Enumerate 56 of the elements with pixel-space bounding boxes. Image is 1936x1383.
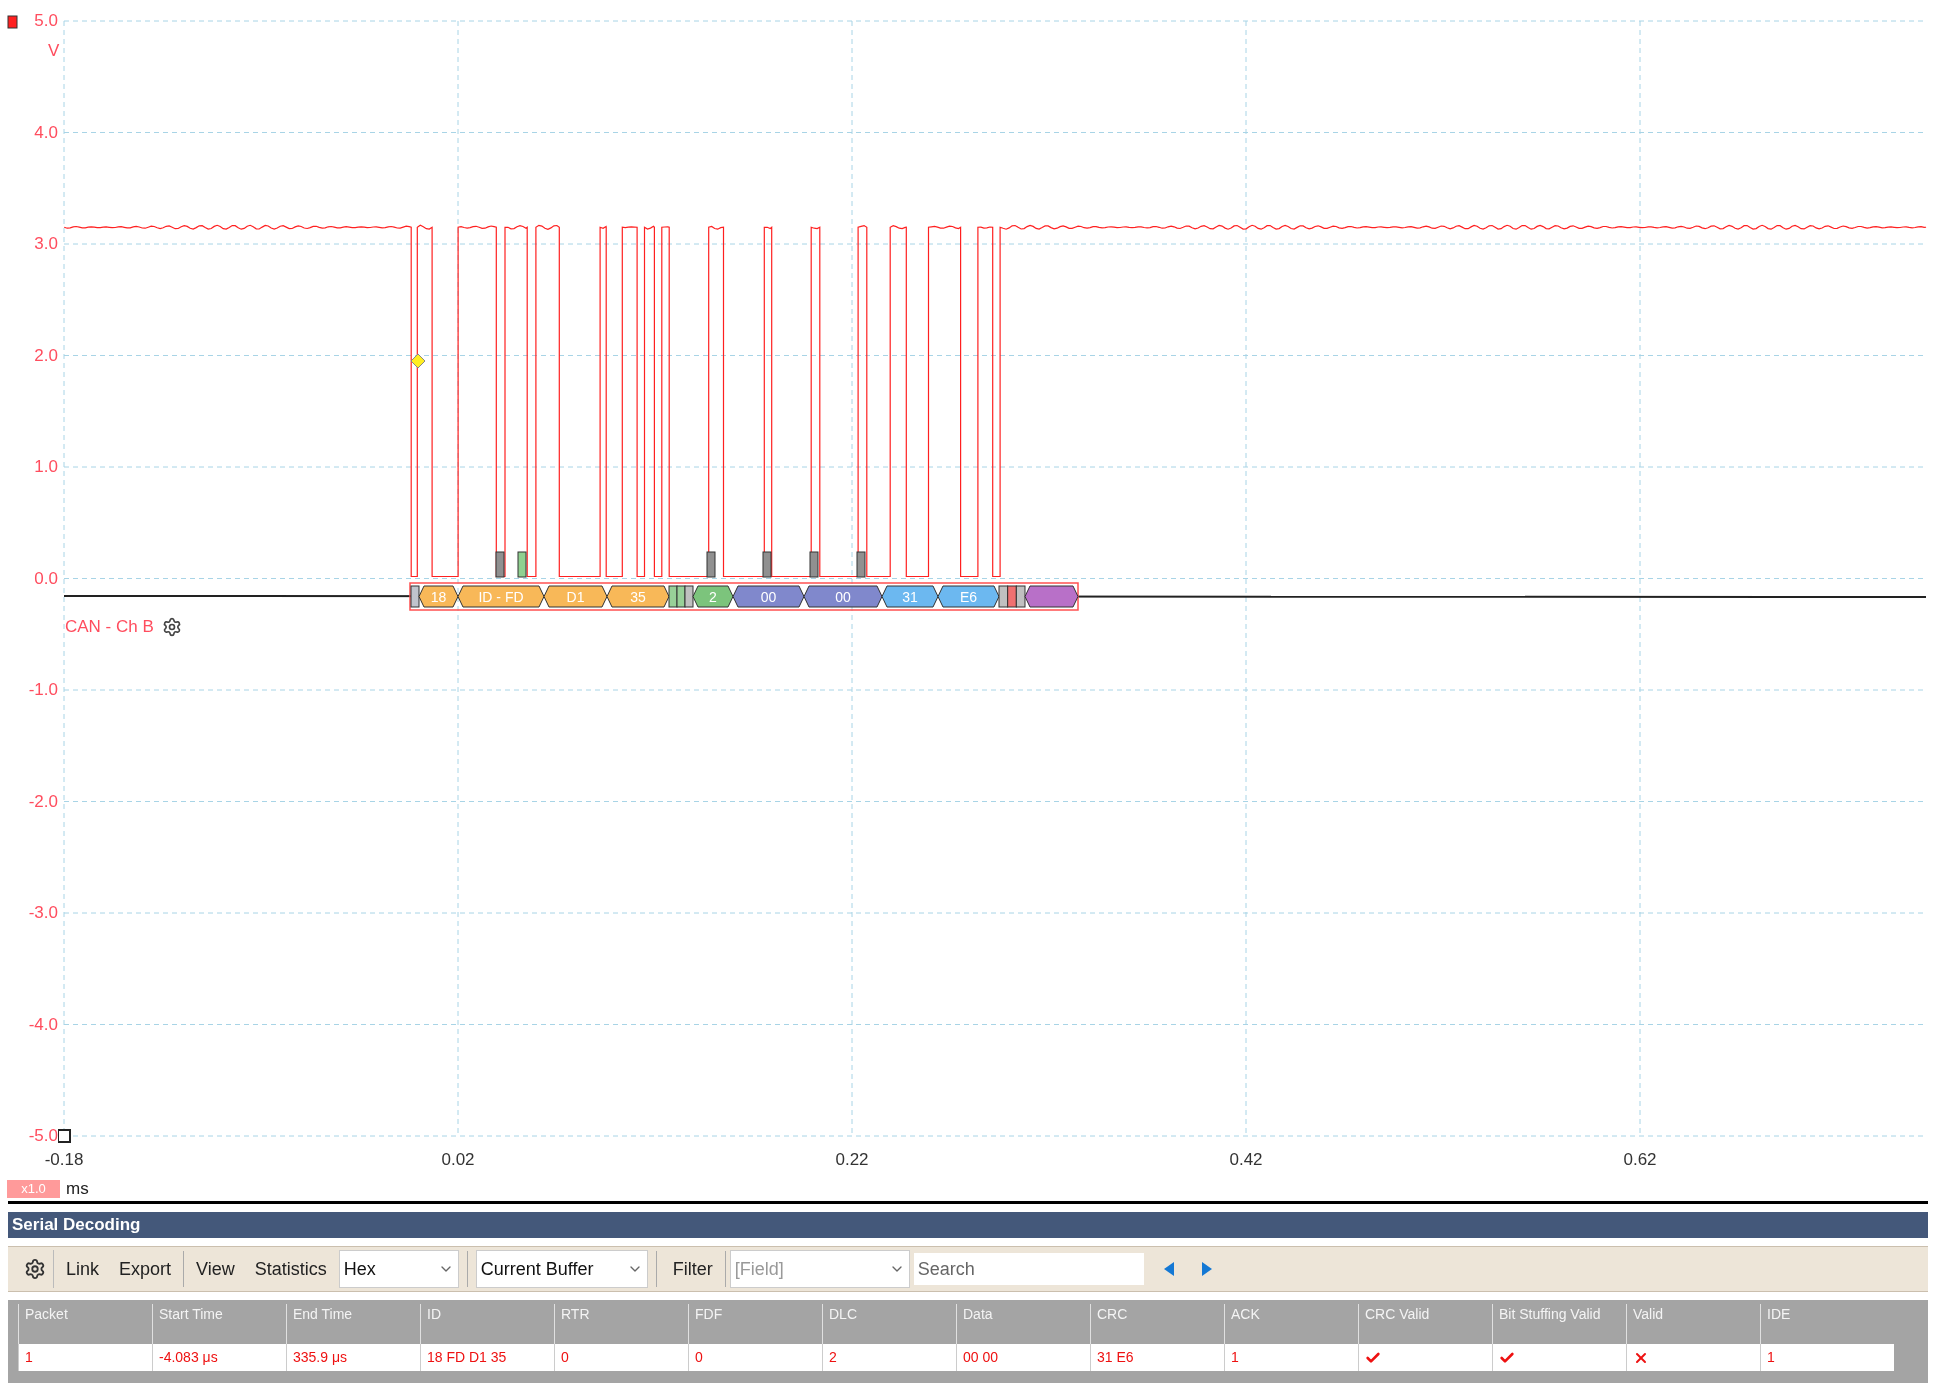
field-dropdown[interactable]: [Field]: [729, 1250, 910, 1288]
y-axis-unit: V: [48, 42, 60, 59]
format-dropdown[interactable]: Hex: [338, 1250, 459, 1288]
table-cell: 2: [822, 1344, 956, 1371]
decode-field: 00: [732, 585, 805, 608]
previous-arrow-icon[interactable]: [1163, 1262, 1174, 1276]
zoom-badge: x1.0: [7, 1180, 60, 1198]
x-axis-label: 0.22: [834, 1151, 870, 1168]
y-axis-label: -1.0: [28, 681, 58, 698]
toolbar-button[interactable]: Export: [111, 1250, 180, 1288]
table-cell: 335.9 μs: [286, 1344, 420, 1371]
table-cell: 0: [554, 1344, 688, 1371]
settings-icon: [23, 1258, 46, 1280]
decode-field: 31: [881, 585, 939, 608]
y-axis-label: 5.0: [34, 12, 58, 29]
table-cell: 0: [688, 1344, 822, 1371]
decode-field: E6: [937, 585, 1000, 608]
buffer-dropdown[interactable]: Current Buffer: [475, 1250, 648, 1288]
decode-field: 35: [606, 585, 670, 608]
toolbar-button[interactable]: Statistics: [246, 1250, 335, 1288]
table-cell: 18 FD D1 35: [420, 1344, 554, 1371]
axis-handle[interactable]: [57, 1129, 71, 1143]
trigger-marker: [410, 353, 426, 369]
table-cell: -4.083 μs: [152, 1344, 286, 1371]
decode-field: 00: [803, 585, 883, 608]
panel-title-bar: Serial Decoding: [8, 1212, 1928, 1238]
filter-button[interactable]: Filter: [664, 1250, 721, 1288]
table-cell: 1: [1224, 1344, 1358, 1371]
x-axis-label: 0.62: [1622, 1151, 1658, 1168]
y-axis-label: -3.0: [28, 904, 58, 921]
decode-field: 2: [692, 585, 734, 608]
x-axis-label: -0.18: [43, 1151, 85, 1168]
y-axis-label: -5.0: [28, 1127, 58, 1144]
table-cell: 1: [1760, 1344, 1894, 1371]
x-axis-unit: ms: [66, 1180, 89, 1197]
table-cell: 31 E6: [1090, 1344, 1224, 1371]
next-arrow-icon[interactable]: [1201, 1262, 1212, 1276]
channel-label: CAN - Ch B: [65, 616, 154, 638]
y-axis-label: 3.0: [34, 235, 58, 252]
channel-marker: [7, 15, 18, 29]
decode-field: 18: [418, 585, 459, 608]
y-axis-label: 0.0: [34, 569, 58, 587]
table-cell: 00 00: [956, 1344, 1090, 1371]
y-axis-label: 1.0: [34, 458, 58, 475]
search-field[interactable]: Search: [913, 1253, 1144, 1285]
settings-icon[interactable]: [161, 616, 182, 637]
y-axis-label: -2.0: [28, 792, 58, 810]
y-axis-label: 2.0: [34, 346, 58, 364]
toolbar-button[interactable]: View: [188, 1250, 243, 1288]
y-axis-label: -4.0: [28, 1015, 58, 1033]
decode-field: D1: [543, 585, 608, 608]
x-axis-label: 0.42: [1228, 1151, 1264, 1168]
table-cell: 1: [18, 1344, 152, 1371]
x-axis-label: 0.02: [440, 1151, 476, 1168]
toolbar-button[interactable]: Link: [58, 1250, 108, 1288]
y-axis-label: 4.0: [34, 123, 58, 141]
